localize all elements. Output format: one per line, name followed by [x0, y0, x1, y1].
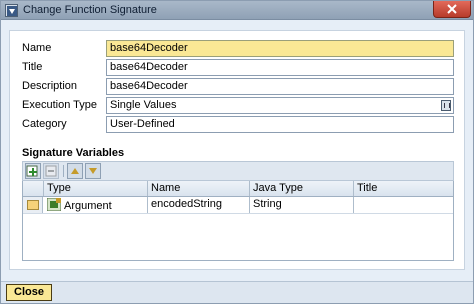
execution-type-value: Single Values [110, 99, 177, 111]
name-field[interactable]: base64Decoder [106, 40, 454, 57]
row-selector-box [27, 200, 39, 210]
execution-type-label: Execution Type [22, 99, 98, 111]
cell-java-type[interactable]: String [250, 197, 354, 213]
add-row-icon [26, 165, 38, 177]
name-label: Name [22, 42, 52, 54]
arrow-up-icon [71, 168, 79, 174]
close-window-button[interactable] [433, 1, 471, 18]
dialog-window: Change Function Signature Name base64Dec… [0, 0, 474, 304]
category-field[interactable]: User-Defined [106, 116, 454, 133]
title-bar[interactable]: Change Function Signature [1, 1, 473, 20]
value-help-icon[interactable] [441, 100, 451, 111]
move-down-button[interactable] [85, 163, 101, 179]
argument-icon [46, 197, 62, 212]
title-label: Title [22, 61, 43, 73]
table-row[interactable]: Argument encodedString String [23, 197, 453, 214]
close-button[interactable]: Close [6, 284, 52, 301]
description-field[interactable]: base64Decoder [106, 78, 454, 95]
add-row-button[interactable] [25, 163, 41, 179]
window-app-icon [5, 4, 18, 17]
cell-type[interactable]: Argument [44, 197, 148, 213]
cell-type-text: Argument [64, 200, 112, 212]
table-header-row: Type Name Java Type Title [23, 181, 453, 197]
dialog-footer: Close [1, 281, 473, 303]
close-icon [447, 4, 457, 14]
description-label: Description [22, 80, 78, 92]
category-label: Category [22, 118, 67, 130]
signature-toolbar [22, 161, 454, 181]
window-title: Change Function Signature [23, 4, 157, 16]
column-header-title[interactable]: Title [354, 181, 453, 196]
column-header-type[interactable]: Type [44, 181, 148, 196]
execution-type-select[interactable]: Single Values [106, 97, 454, 114]
move-up-button[interactable] [67, 163, 83, 179]
row-selector[interactable] [23, 197, 43, 213]
column-header-name[interactable]: Name [148, 181, 250, 196]
header-selector-cell[interactable] [23, 181, 44, 196]
cell-title[interactable] [354, 197, 453, 213]
delete-row-button[interactable] [43, 163, 59, 179]
cell-name[interactable]: encodedString [148, 197, 250, 213]
dialog-content: Name base64Decoder Title base64Decoder D… [9, 30, 465, 270]
arrow-down-icon [89, 168, 97, 174]
toolbar-separator [63, 165, 64, 177]
signature-table: Type Name Java Type Title Argument encod… [22, 181, 454, 261]
title-field[interactable]: base64Decoder [106, 59, 454, 76]
signature-variables-title: Signature Variables [22, 147, 125, 159]
column-header-java-type[interactable]: Java Type [250, 181, 354, 196]
delete-row-icon [45, 165, 57, 177]
